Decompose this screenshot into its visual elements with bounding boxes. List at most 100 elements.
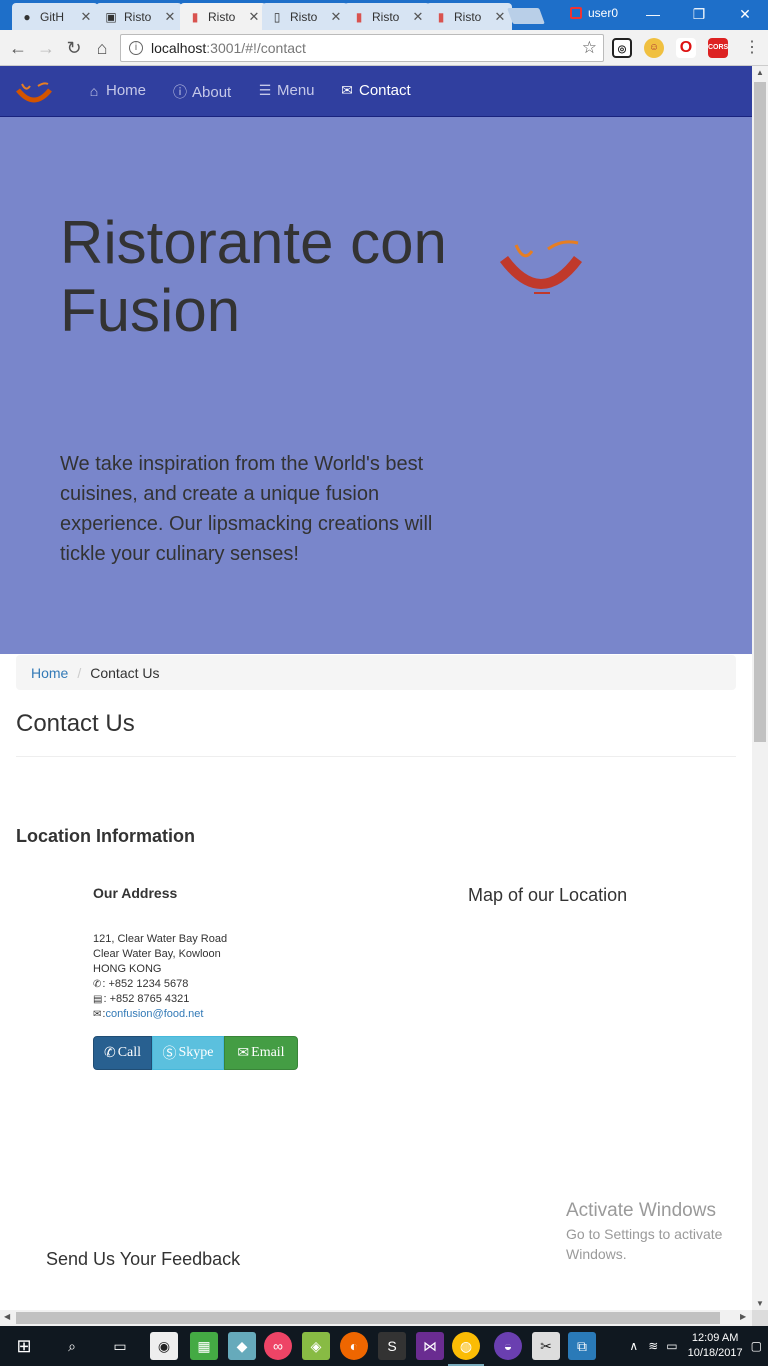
windows-start-icon[interactable]: ⊞ — [10, 1332, 38, 1360]
phone-line: ✆ : +852 1234 5678 — [93, 977, 227, 992]
restaurant-logo[interactable] — [14, 80, 54, 108]
phone-icon: ✆ — [93, 979, 102, 990]
task-view-icon[interactable]: ▭ — [106, 1332, 134, 1360]
home-browser-icon[interactable]: ⌂ — [90, 36, 114, 60]
android-studio-icon[interactable]: ◈ — [302, 1332, 330, 1360]
browser-tab-risto-5[interactable]: ▮ Risto ✕ — [426, 3, 512, 30]
infinity-app-icon[interactable]: ∞ — [264, 1332, 292, 1360]
nav-contact[interactable]: ✉ Contact — [339, 82, 411, 99]
browser-tab-risto-4[interactable]: ▮ Risto ✕ — [344, 3, 430, 30]
visual-studio-icon[interactable]: ⋈ — [416, 1332, 444, 1360]
scroll-left-icon[interactable]: ◀ — [4, 1312, 10, 1321]
search-icon[interactable]: ⌕ — [58, 1332, 86, 1360]
close-icon[interactable]: ✕ — [492, 9, 508, 25]
envelope-icon: ✉ — [93, 1009, 102, 1020]
list-icon: ☰ — [258, 82, 272, 98]
forward-icon[interactable]: → — [34, 36, 58, 60]
browser-toolbar: ← → ↻ ⌂ i localhost:3001/#!/contact ☆ ◎ … — [0, 30, 768, 66]
url-host: localhost — [151, 40, 207, 56]
url-path: :3001/#!/contact — [206, 40, 306, 56]
emoji-extension-icon[interactable]: ☺ — [644, 38, 664, 58]
close-icon[interactable]: ✕ — [328, 9, 344, 25]
restaurant-logo-large — [499, 240, 583, 294]
site-navbar: ⌂ Home ⓘ About ☰ Menu ✉ Contact — [0, 66, 752, 117]
skype-button[interactable]: Ⓢ Skype — [152, 1036, 224, 1070]
phone-icon: ✆ — [103, 1045, 116, 1061]
box-app-icon[interactable]: ◆ — [228, 1332, 256, 1360]
nav-menu-label: Menu — [277, 82, 315, 99]
snipping-tool-icon[interactable]: ✂ — [532, 1332, 560, 1360]
browser-tab-risto-3[interactable]: ▯ Risto ✕ — [262, 3, 348, 30]
chrome-icon[interactable]: ◍ — [448, 1332, 484, 1366]
close-icon[interactable]: ✕ — [162, 9, 178, 25]
scroll-up-icon[interactable]: ▲ — [752, 68, 768, 77]
restore-icon[interactable]: ❐ — [676, 0, 722, 28]
menu-kebab-icon[interactable]: ⋮ — [740, 36, 764, 60]
close-window-icon[interactable]: ✕ — [722, 0, 768, 28]
location-heading: Location Information — [16, 826, 195, 846]
email-line: ✉ : confusion@food.net — [93, 1007, 227, 1022]
email-label: Email — [251, 1045, 285, 1060]
browser-tab-risto-active[interactable]: ▮ Risto ✕ — [180, 3, 266, 30]
nav-home[interactable]: ⌂ Home — [86, 82, 146, 99]
wifi-icon[interactable]: ≋ — [648, 1339, 658, 1353]
email-link[interactable]: confusion@food.net — [105, 1007, 203, 1022]
page-icon: ▣ — [105, 9, 117, 24]
breadcrumb-home-link[interactable]: Home — [31, 665, 68, 681]
address-block: 121, Clear Water Bay Road Clear Water Ba… — [93, 932, 227, 1022]
home-icon: ⌂ — [89, 82, 99, 99]
user-icon — [570, 7, 582, 19]
office-app-icon[interactable]: ▦ — [190, 1332, 218, 1360]
address-bar[interactable]: i localhost:3001/#!/contact ☆ — [120, 34, 604, 62]
back-icon[interactable]: ← — [6, 36, 30, 60]
fax-number: : +852 8765 4321 — [103, 993, 190, 1005]
nav-menu[interactable]: ☰ Menu — [257, 82, 315, 99]
scroll-right-icon[interactable]: ▶ — [740, 1312, 746, 1321]
profile-button[interactable]: user0 — [570, 6, 618, 20]
phone-number: : +852 1234 5678 — [102, 978, 189, 990]
firefox-icon[interactable]: ◐ — [340, 1332, 368, 1360]
jumbotron-title: Ristorante con Fusion — [60, 209, 447, 344]
extension-icon[interactable]: ◎ — [612, 38, 632, 58]
tab-title: Risto — [124, 9, 152, 24]
close-icon[interactable]: ✕ — [246, 9, 262, 25]
email-button[interactable]: ✉ Email — [224, 1036, 298, 1070]
new-tab-button[interactable] — [507, 8, 545, 24]
tray-chevron-icon[interactable]: ∧ — [629, 1339, 638, 1353]
scroll-thumb[interactable] — [754, 82, 766, 742]
clock[interactable]: 12:09 AM 10/18/2017 — [688, 1331, 743, 1361]
remote-desktop-icon[interactable]: ⧉ — [568, 1332, 596, 1360]
opera-icon[interactable]: O — [676, 38, 696, 58]
messenger-app-icon[interactable]: ◒ — [494, 1332, 522, 1360]
browser-tab-risto-1[interactable]: ▣ Risto ✕ — [96, 3, 182, 30]
sublime-icon[interactable]: S — [378, 1332, 406, 1360]
cors-extension-icon[interactable]: CORS — [708, 38, 728, 58]
scroll-down-icon[interactable]: ▼ — [752, 1299, 768, 1308]
horizontal-scrollbar[interactable]: ◀ ▶ — [0, 1310, 752, 1326]
fax-line: ▤ : +852 8765 4321 — [93, 992, 227, 1007]
browser-tab-github[interactable]: ● GitH ✕ — [12, 3, 98, 30]
battery-icon[interactable]: ▭ — [666, 1339, 677, 1353]
watermark-line: Go to Settings to activate — [566, 1226, 723, 1242]
close-icon[interactable]: ✕ — [78, 9, 94, 25]
tab-title: GitH — [40, 9, 64, 24]
scroll-thumb[interactable] — [16, 1312, 720, 1324]
notifications-icon[interactable]: ▢ — [751, 1339, 762, 1353]
bookmark-star-icon[interactable]: ☆ — [582, 38, 597, 58]
fax-icon: ▤ — [93, 994, 103, 1005]
minimize-icon[interactable]: — — [630, 0, 676, 28]
call-button[interactable]: ✆ Call — [93, 1036, 152, 1070]
feedback-heading: Send Us Your Feedback — [46, 1249, 241, 1269]
jumbotron: Ristorante con Fusion We take inspiratio… — [0, 117, 752, 654]
scrollbar-corner — [752, 1310, 768, 1326]
address-line: Clear Water Bay, Kowloon — [93, 948, 221, 960]
nav-about[interactable]: ⓘ About — [172, 82, 231, 102]
profile-name: user0 — [588, 6, 619, 20]
vertical-scrollbar[interactable]: ▲ ▼ — [752, 66, 768, 1310]
breadcrumb: Home / Contact Us — [16, 655, 736, 690]
reload-icon[interactable]: ↻ — [62, 36, 86, 60]
page-viewport: ⌂ Home ⓘ About ☰ Menu ✉ Contact Ristoran… — [0, 66, 752, 1310]
tab-title: Risto — [454, 9, 482, 24]
camera-app-icon[interactable]: ◉ — [150, 1332, 178, 1360]
close-icon[interactable]: ✕ — [410, 9, 426, 25]
